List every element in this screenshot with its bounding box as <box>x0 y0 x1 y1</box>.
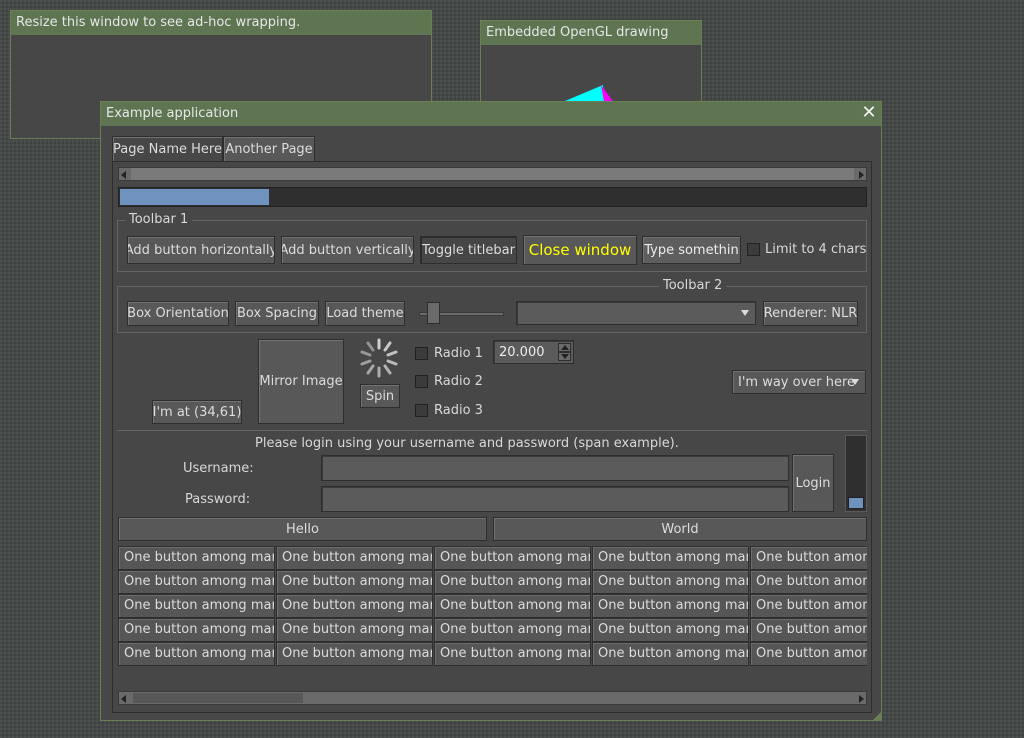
username-field[interactable] <box>321 455 789 481</box>
password-field[interactable] <box>321 486 789 512</box>
login-instruction: Please login using your username and pas… <box>255 436 679 451</box>
horizontal-slider-handle[interactable] <box>427 302 440 324</box>
limit-label: Limit to 4 chars <box>765 242 867 257</box>
add-button-vertically[interactable]: Add button vertically <box>281 236 414 264</box>
chevron-down-icon <box>741 310 749 316</box>
grid-button[interactable]: One button among many <box>434 570 591 594</box>
grid-button[interactable]: One button among many <box>592 642 749 666</box>
grid-button[interactable]: One button among many <box>592 594 749 618</box>
top-scrollbar[interactable] <box>118 167 867 181</box>
main-window: Example application ✕ Page Name Here Ano… <box>100 101 882 721</box>
grid-button[interactable]: One button among many <box>434 546 591 570</box>
grid-button[interactable]: One button among many <box>750 642 867 666</box>
far-dropdown-label: I'm way over here <box>738 374 856 390</box>
radio2-checkbox[interactable] <box>415 375 428 388</box>
grid-button[interactable]: One button among many <box>592 570 749 594</box>
grid-button[interactable]: One button among many <box>434 594 591 618</box>
spinbox-value: 20.000 <box>499 345 545 360</box>
login-button[interactable]: Login <box>792 454 834 512</box>
grid-button[interactable]: One button among many <box>276 546 433 570</box>
grid-button[interactable]: One button among many <box>276 642 433 666</box>
tab-page-name-here[interactable]: Page Name Here <box>112 136 223 162</box>
username-label: Username: <box>183 461 254 476</box>
hello-button[interactable]: Hello <box>118 517 487 541</box>
scroll-thumb[interactable] <box>133 693 303 703</box>
bottom-scrollbar[interactable] <box>118 691 867 705</box>
grid-button[interactable]: One button among many <box>118 594 275 618</box>
scroll-right-icon[interactable] <box>859 695 864 703</box>
tab-another-page[interactable]: Another Page <box>223 136 315 162</box>
scroll-left-icon[interactable] <box>121 695 126 703</box>
button-grid: One button among many One button among ma… <box>118 546 867 686</box>
grid-button[interactable]: One button among many <box>750 594 867 618</box>
wrap-window-title[interactable]: Resize this window to see ad-hoc wrappin… <box>11 11 431 35</box>
close-window-button[interactable]: Close window <box>523 235 637 265</box>
scroll-left-icon[interactable] <box>121 171 126 179</box>
grid-button[interactable]: One button among many <box>434 618 591 642</box>
grid-button[interactable]: One button among many <box>118 618 275 642</box>
position-button[interactable]: I'm at (34,61) <box>152 400 242 424</box>
radio3-checkbox[interactable] <box>415 404 428 417</box>
opengl-window[interactable]: Embedded OpenGL drawing <box>480 20 702 110</box>
radio1-label: Radio 1 <box>434 346 483 361</box>
spin-down-icon[interactable] <box>558 352 571 361</box>
toolbar2-label: Toolbar 2 <box>659 278 727 293</box>
type-something-field[interactable]: Type somethin <box>642 236 741 264</box>
password-label: Password: <box>185 492 251 507</box>
spin-up-icon[interactable] <box>558 343 571 352</box>
grid-button[interactable]: One button among many <box>592 546 749 570</box>
grid-button[interactable]: One button among many <box>750 546 867 570</box>
resize-grip-icon[interactable] <box>873 712 881 720</box>
limit-checkbox[interactable] <box>747 243 760 256</box>
close-icon[interactable]: ✕ <box>861 104 877 122</box>
progress-fill <box>120 189 270 205</box>
grid-button[interactable]: One button among many <box>118 570 275 594</box>
spinbox-field[interactable]: 20.000 <box>493 340 574 364</box>
grid-button[interactable]: One button among many <box>118 642 275 666</box>
box-orientation-button[interactable]: Box Orientation <box>127 301 229 326</box>
grid-button[interactable]: One button among many <box>750 570 867 594</box>
main-window-title[interactable]: Example application <box>101 102 881 126</box>
world-button[interactable]: World <box>493 517 867 541</box>
grid-button[interactable]: One button among many <box>434 642 591 666</box>
toolbar1-label: Toolbar 1 <box>125 212 193 227</box>
grid-button[interactable]: One button among many <box>118 546 275 570</box>
scroll-right-icon[interactable] <box>859 171 864 179</box>
progress-bar <box>118 187 867 207</box>
radio1-checkbox[interactable] <box>415 347 428 360</box>
grid-button[interactable]: One button among many <box>276 570 433 594</box>
vertical-slider[interactable] <box>845 435 867 512</box>
toggle-titlebar-button[interactable]: Toggle titlebar <box>420 236 517 264</box>
chevron-down-icon <box>851 379 859 385</box>
grid-button[interactable]: One button among many <box>276 594 433 618</box>
scroll-track[interactable] <box>131 168 854 180</box>
add-button-horizontally[interactable]: Add button horizontally <box>127 236 275 264</box>
grid-button[interactable]: One button among many <box>592 618 749 642</box>
load-theme-button[interactable]: Load theme <box>325 301 405 326</box>
grid-button[interactable]: One button among many <box>276 618 433 642</box>
radio3-label: Radio 3 <box>434 403 483 418</box>
renderer-button[interactable]: Renderer: NLR <box>763 301 858 326</box>
spinner-icon <box>360 338 398 378</box>
spin-button[interactable]: Spin <box>360 384 400 408</box>
opengl-window-title[interactable]: Embedded OpenGL drawing <box>481 21 701 45</box>
grid-button[interactable]: One button among many <box>750 618 867 642</box>
far-dropdown[interactable]: I'm way over here <box>732 370 866 394</box>
mirror-image-button[interactable]: Mirror Image <box>258 339 344 424</box>
combo-box[interactable] <box>516 301 756 325</box>
vertical-slider-handle[interactable] <box>848 497 864 509</box>
section-separator <box>117 430 867 431</box>
box-spacing-button[interactable]: Box Spacing <box>235 301 319 326</box>
radio2-label: Radio 2 <box>434 374 483 389</box>
